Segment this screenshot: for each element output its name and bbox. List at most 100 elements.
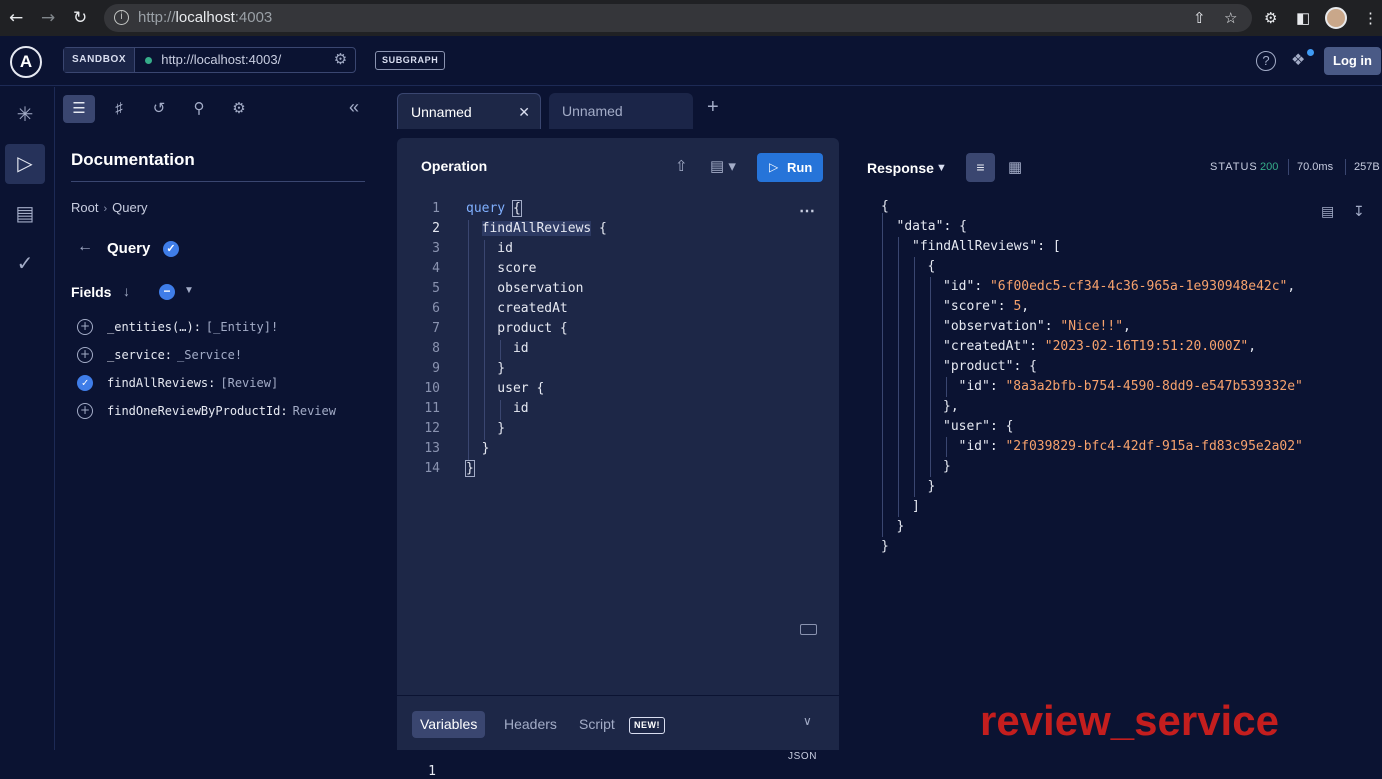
add-field-icon[interactable]: + — [77, 403, 93, 419]
response-line: "score": 5, — [943, 299, 1030, 314]
field-name[interactable]: findAllReviews: — [107, 376, 215, 390]
add-field-icon[interactable]: + — [77, 319, 93, 335]
apollo-logo-icon[interactable]: A — [10, 46, 42, 78]
address-bar[interactable]: i http://localhost:4003 — [104, 4, 1252, 32]
field-type[interactable]: [Review] — [220, 376, 278, 390]
run-label: Run — [787, 160, 813, 175]
status-label: STATUS — [1210, 161, 1258, 173]
more-options-icon[interactable]: ⋯ — [799, 201, 816, 221]
address-url[interactable]: http://localhost:4003 — [138, 9, 272, 26]
response-timing: 70.0ms — [1288, 159, 1333, 175]
sort-arrow-icon[interactable]: ↓ — [123, 283, 130, 299]
new-badge: NEW! — [629, 717, 665, 734]
response-line: } — [881, 539, 889, 554]
search-icon[interactable]: ⚲ — [183, 95, 215, 123]
response-line: "observation": "Nice!!", — [943, 319, 1131, 334]
field-name[interactable]: _service: — [107, 348, 172, 362]
breadcrumb-query[interactable]: Query — [112, 200, 147, 215]
back-arrow-icon[interactable]: ← — [77, 238, 93, 256]
collapse-chevron-icon[interactable]: ∨ — [803, 714, 812, 728]
indent-guide — [898, 237, 899, 517]
connection-settings-gear-icon[interactable]: ⚙ — [334, 48, 347, 72]
endpoint-input[interactable]: http://localhost:4003/ ⚙ — [135, 48, 355, 72]
field-type[interactable]: _Service! — [177, 348, 242, 362]
code-line: id — [466, 241, 513, 256]
field-type[interactable]: Review — [293, 404, 336, 418]
fields-title: Fields — [71, 284, 112, 300]
selected-check-icon[interactable]: ✓ — [77, 375, 93, 391]
response-line: } — [896, 519, 905, 534]
back-arrow-icon[interactable]: ← — [9, 8, 23, 28]
field-name[interactable]: findOneReviewByProductId: — [107, 404, 288, 418]
notification-dot — [1307, 49, 1314, 56]
close-icon[interactable]: ✕ — [518, 94, 530, 130]
play-icon: ▷ — [769, 160, 779, 174]
endpoint-selector[interactable]: SANDBOX http://localhost:4003/ ⚙ — [63, 47, 357, 73]
extensions-icon[interactable]: ⚙ — [1264, 9, 1277, 27]
table-view-icon[interactable]: ▦ — [1008, 158, 1022, 176]
breadcrumb-root[interactable]: Root — [71, 200, 98, 215]
connection-status-icon — [145, 57, 153, 64]
keyboard-shortcuts-icon[interactable] — [800, 624, 817, 635]
history-icon[interactable]: ↺ — [143, 95, 175, 123]
deselect-all-icon[interactable]: − — [159, 284, 175, 300]
response-line: } — [943, 459, 951, 474]
side-panel-icon[interactable]: ◧ — [1296, 9, 1310, 27]
save-icon[interactable]: ▤ ▾ — [710, 157, 736, 175]
copy-icon[interactable]: ▤ — [1321, 203, 1334, 220]
avatar[interactable] — [1325, 7, 1347, 29]
tab-unnamed-1[interactable]: Unnamed ✕ — [397, 93, 541, 129]
tab-headers[interactable]: Headers — [496, 711, 565, 738]
field-row[interactable]: + findOneReviewByProductId: Review — [77, 401, 336, 421]
site-info-icon[interactable]: i — [114, 10, 129, 25]
announcements-icon[interactable]: ❖ — [1291, 50, 1305, 70]
schema-graph-icon[interactable]: ✳ — [5, 95, 45, 135]
add-tab-icon[interactable]: + — [707, 96, 719, 119]
forward-arrow-icon[interactable]: → — [41, 8, 55, 28]
field-row[interactable]: ✓ findAllReviews: [Review] — [77, 373, 278, 393]
selected-check-icon[interactable]: ✓ — [163, 241, 179, 257]
response-line: "createdAt": "2023-02-16T19:51:20.000Z", — [943, 339, 1257, 354]
documentation-panel: ☰ ♯ ↺ ⚲ ⚙ « Documentation Root › Query ← Q… — [55, 87, 393, 750]
download-icon[interactable]: ↧ — [1353, 203, 1365, 220]
field-row[interactable]: + _service: _Service! — [77, 345, 242, 365]
chevron-down-icon[interactable]: ▼ — [936, 162, 947, 174]
bookmark-star-icon[interactable]: ☆ — [1224, 9, 1237, 27]
field-name[interactable]: _entities(…): — [107, 320, 201, 334]
endpoint-url: http://localhost:4003/ — [161, 52, 282, 67]
collapse-panel-icon[interactable]: « — [349, 97, 359, 118]
code-line: observation — [466, 281, 584, 296]
indent-guide — [946, 377, 947, 397]
field-type[interactable]: [_Entity]! — [206, 320, 278, 334]
browser-menu-icon[interactable]: ⋮ — [1363, 9, 1378, 27]
operation-panel: Operation ⇧ ▤ ▾ ▷ Run ⋯ 1 query { 2 findA… — [397, 138, 839, 779]
doc-toolbar: ☰ ♯ ↺ ⚲ ⚙ — [63, 95, 263, 125]
tab-variables[interactable]: Variables — [412, 711, 486, 738]
status-code: 200 — [1260, 161, 1279, 173]
add-field-icon[interactable]: + — [77, 347, 93, 363]
explorer-play-icon[interactable]: ▷ — [5, 144, 45, 184]
field-row[interactable]: + _entities(…): [_Entity]! — [77, 317, 278, 337]
response-line: { — [927, 259, 936, 274]
chevron-down-icon[interactable]: ▼ — [184, 285, 194, 296]
share-icon[interactable]: ⇧ — [1193, 9, 1206, 27]
settings-gear-icon[interactable]: ⚙ — [223, 95, 255, 123]
checks-icon[interactable]: ✓ — [5, 244, 45, 284]
json-view-icon[interactable]: ≡ — [966, 153, 995, 182]
tab-script[interactable]: Script — [571, 711, 623, 738]
tab-unnamed-2[interactable]: Unnamed — [549, 93, 693, 129]
run-button[interactable]: ▷ Run — [757, 153, 823, 182]
response-line: "id": "6f00edc5-cf34-4c36-965a-1e930948e… — [943, 279, 1296, 294]
code-line: score — [466, 261, 537, 276]
response-title[interactable]: Response — [867, 160, 934, 176]
reload-icon[interactable]: ↻ — [73, 8, 87, 28]
bookmark-icon[interactable]: ♯ — [103, 95, 135, 123]
share-icon[interactable]: ⇧ — [675, 157, 688, 175]
tab-label: Unnamed — [411, 104, 472, 120]
schema-reference-icon[interactable]: ▤ — [5, 194, 45, 234]
documentation-icon[interactable]: ☰ — [63, 95, 95, 123]
login-button[interactable]: Log in — [1324, 47, 1381, 75]
variables-panel: Variables Headers Script NEW! ∨ JSON 1 — [397, 695, 839, 779]
divider — [71, 181, 365, 182]
help-icon[interactable]: ? — [1256, 51, 1276, 71]
